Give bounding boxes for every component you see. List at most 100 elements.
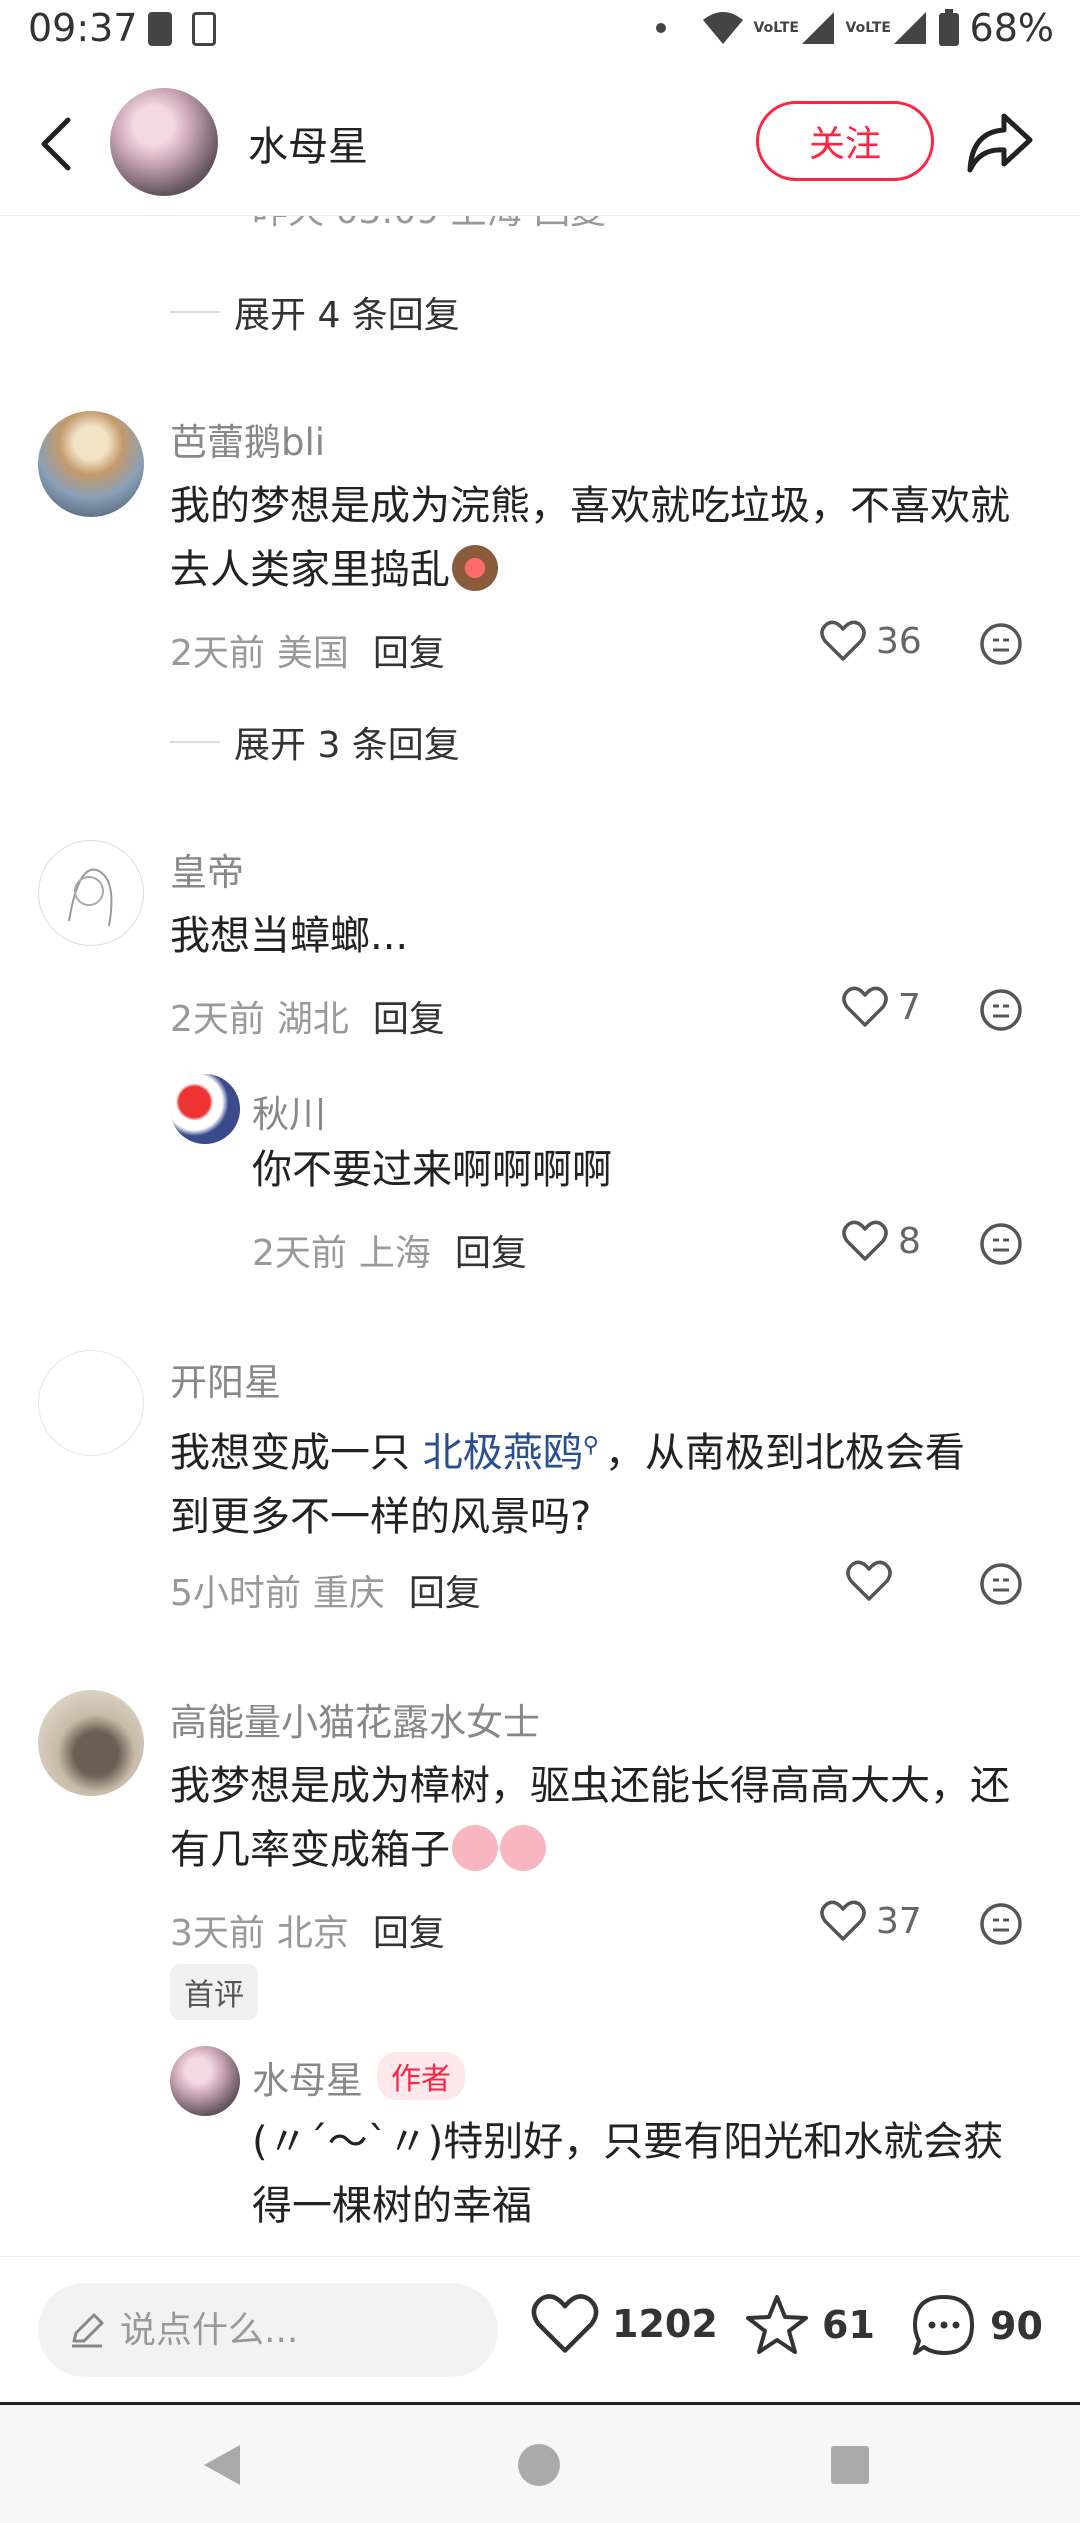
divider [170,311,220,313]
reply-author: 水母星 作者 [252,2050,465,2104]
avatar[interactable] [38,1350,144,1456]
comment-time: 2天前 [170,999,265,1040]
reply-author-name[interactable]: 水母星 [252,2059,363,2102]
signal-icon [892,10,928,46]
comment-location: 重庆 [312,1573,385,1614]
expand-replies-button[interactable]: 展开 3 条回复 [170,716,460,768]
search-keyword-link[interactable]: 北极燕鸥 [423,1430,583,1476]
note-star-count: 61 [822,2303,875,2347]
signal-icon [800,10,836,46]
battery-icon [938,9,960,47]
avatar[interactable] [38,840,144,946]
reply-author[interactable]: 秋川 [252,1084,326,1138]
comment-text-line: (〃ˊ～ˋ〃)特别好，只要有阳光和水就会获 [252,2119,1004,2165]
comment-time: 2天前 [170,633,265,674]
more-face-icon [980,623,1022,665]
comment-text: 我想变成一只 北极燕鸥⚲ ，从南极到北极会看 到更多不一样的风景吗? [170,1414,965,1549]
bottom-action-bar: 1202 61 90 [0,2256,1080,2402]
comment-meta: 5小时前 重庆 回复 [170,1564,481,1616]
nav-recents-button[interactable] [828,2441,872,2493]
share-icon [967,113,1033,173]
nav-home-button[interactable] [516,2441,562,2493]
comment-author[interactable]: 高能量小猫花露水女士 [170,1692,540,1746]
comment-text-line: 我梦想是成为樟树，驱虫还能长得高高大大，还 [170,1763,1010,1809]
avatar[interactable] [170,2046,240,2116]
like-button[interactable]: 7 [842,986,921,1028]
comment-text-line: 我想变成一只 北极燕鸥⚲ ，从南极到北极会看 [170,1414,965,1485]
like-button[interactable]: 8 [842,1220,921,1262]
more-face-icon [980,1223,1022,1265]
comment-location: 湖北 [276,999,349,1040]
collect-note-button[interactable]: 61 [744,2293,875,2357]
reply-button[interactable]: 回复 [409,1564,481,1616]
comment-time: 3天前 [170,1913,265,1954]
chevron-left-icon [41,117,71,171]
comment-text-line: 我的梦想是成为浣熊，喜欢就吃垃圾，不喜欢就 [170,483,1010,529]
follow-button[interactable]: 关注 [756,101,934,181]
more-face-icon [980,1903,1022,1945]
reply-button[interactable]: 回复 [373,990,445,1042]
comment-options-button[interactable] [978,987,1024,1033]
comment-text-line: 得一棵树的幸福 [252,2183,532,2229]
comment-note-button[interactable]: 90 [910,2293,1043,2359]
avatar[interactable] [38,1690,144,1796]
status-time: 09:37 [28,6,138,50]
avatar[interactable] [38,411,144,517]
comment-author[interactable]: 芭蕾鹅bli [170,412,325,466]
comment-options-button[interactable] [978,1221,1024,1267]
sketch-avatar-icon [68,868,113,927]
comment-meta: 昨天 03:09 上海 回复 [252,216,606,234]
author-name[interactable]: 水母星 [248,114,368,172]
more-face-icon [980,1563,1022,1605]
heart-icon [842,986,888,1027]
heart-icon [820,620,866,661]
reply-button[interactable]: 回复 [455,1224,527,1276]
expand-replies-button[interactable]: 展开 4 条回复 [170,286,460,338]
dot-icon [655,23,666,33]
heart-icon [846,1560,892,1601]
comment-text: 我想当蟑螂... [170,913,409,959]
note-like-count: 1202 [612,2302,718,2346]
like-note-button[interactable]: 1202 [530,2293,718,2355]
avatar[interactable] [170,1074,240,1144]
comment-time: 5小时前 [170,1573,301,1614]
comment-meta: 3天前 北京 回复 [170,1904,445,1956]
notification-icon [192,12,216,46]
comment-input[interactable] [120,2309,480,2351]
comment-meta: 2天前 美国 回复 [170,624,445,676]
comment-author[interactable]: 皇帝 [170,842,244,896]
note-comment-count: 90 [990,2304,1043,2348]
comment-text-span: ，从南极到北极会看 [604,1430,965,1476]
comment-options-button[interactable] [978,1901,1024,1947]
triangle-back-icon [204,2445,240,2485]
notification-icons [148,12,216,46]
pencil-icon [72,2313,104,2348]
comment-options-button[interactable] [978,621,1024,667]
comment-options-button[interactable] [978,1561,1024,1607]
comment-text: 我的梦想是成为浣熊，喜欢就吃垃圾，不喜欢就 去人类家里捣乱 [170,474,1010,602]
reply-text: (〃ˊ～ˋ〃)特别好，只要有阳光和水就会获 得一棵树的幸福 [252,2110,1003,2238]
circle-home-icon [518,2444,560,2486]
comments-feed[interactable]: 昨天 03:09 上海 回复 3 展开 4 条回复 芭蕾鹅bli 我的梦想是成为… [0,216,1080,2256]
nav-back-button[interactable] [200,2441,244,2493]
heart-icon [842,1220,888,1261]
comment-author[interactable]: 开阳星 [170,1352,281,1406]
heart-icon [820,1900,866,1941]
comment-bubble-icon [913,2295,974,2355]
pig-emoji-icon [452,1825,498,1871]
divider [170,741,220,743]
comment-text-span: 有几率变成箱子 [170,1827,450,1873]
like-button[interactable]: 36 [820,620,922,662]
comment-meta: 2天前 湖北 回复 [170,990,445,1042]
comment-location: 北京 [276,1913,349,1954]
like-count: 36 [876,620,922,662]
reply-button[interactable]: 回复 [373,1904,445,1956]
like-button[interactable]: 37 [820,1900,922,1942]
comment-input-box[interactable] [38,2283,498,2377]
comment-location: 美国 [276,633,349,674]
author-avatar[interactable] [110,88,218,196]
back-button[interactable] [34,112,78,176]
reply-button[interactable]: 回复 [373,624,445,676]
like-button[interactable] [846,1560,902,1602]
share-button[interactable] [964,108,1036,178]
